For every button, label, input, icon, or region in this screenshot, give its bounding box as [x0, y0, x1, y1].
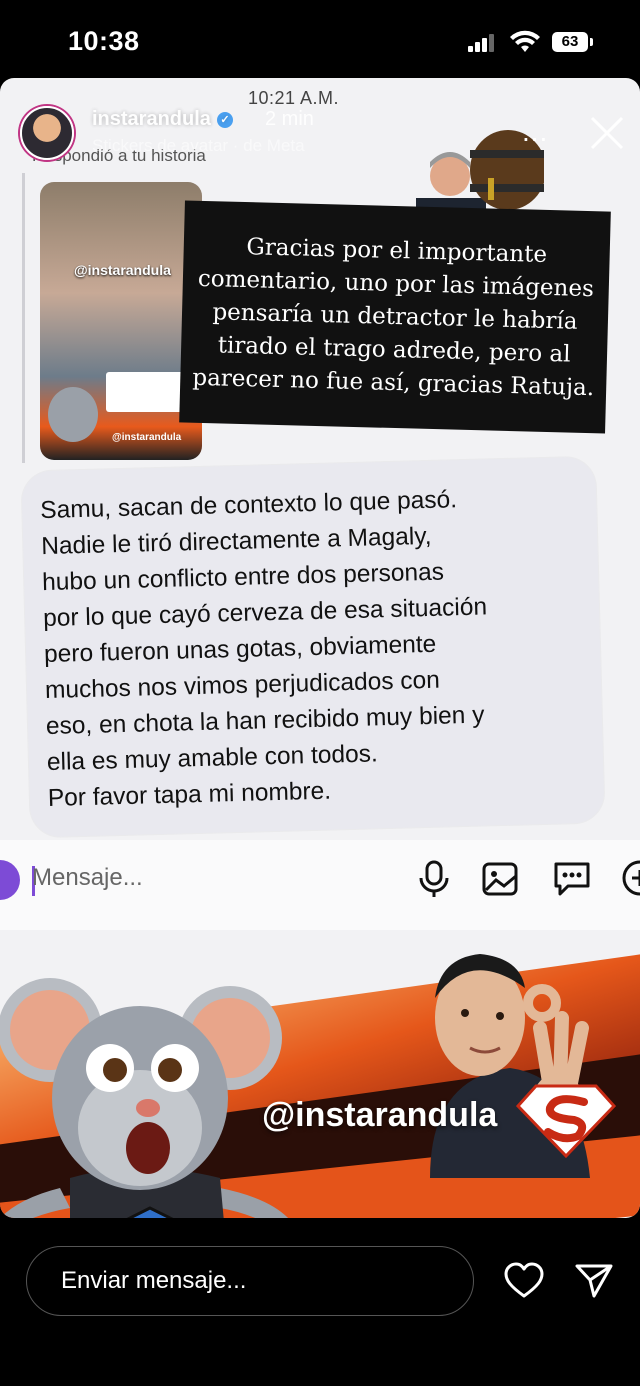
brand-handle: @instarandula	[262, 1096, 498, 1134]
reply-input[interactable]: Enviar mensaje...	[26, 1246, 474, 1316]
message-text: Samu, sacan de contexto lo que pasó. Nad…	[39, 486, 488, 812]
gallery-icon[interactable]	[478, 856, 522, 900]
thumbnail-handle-small: @instarandula	[112, 432, 182, 443]
reply-placeholder: Enviar mensaje...	[61, 1267, 247, 1294]
wifi-icon	[510, 30, 540, 52]
plus-icon[interactable]	[618, 856, 640, 900]
story-header: instarandula ✓ 2 min Stickers de avatar ·…	[0, 78, 640, 178]
sticker-icon[interactable]	[550, 856, 594, 900]
story-thumbnail[interactable]: @instarandula @instarandula	[40, 182, 202, 460]
super-s-logo	[516, 1084, 616, 1158]
mic-icon[interactable]	[412, 856, 456, 900]
message-bubble: Samu, sacan de contexto lo que pasó. Nad…	[21, 456, 605, 838]
thumbnail-handle: @instarandula	[74, 262, 171, 278]
verified-icon: ✓	[216, 111, 233, 128]
status-time: 10:38	[68, 26, 140, 56]
heart-icon[interactable]	[504, 1262, 544, 1300]
close-icon[interactable]	[588, 114, 626, 152]
quote-bar	[22, 173, 25, 463]
composer-input[interactable]: Mensaje...	[32, 864, 143, 892]
more-options-button[interactable]: ...	[522, 116, 548, 148]
mouse-mascot	[0, 978, 288, 1218]
sticker-attribution[interactable]: Stickers de avatar · de Meta	[92, 136, 305, 156]
story-author-avatar[interactable]	[20, 106, 74, 160]
mouse-mascot-small	[48, 387, 98, 442]
username-text: instarandula	[92, 108, 211, 130]
story-time: 2 min	[265, 108, 314, 130]
battery-indicator: 63	[552, 32, 593, 52]
reply-bar: Enviar mensaje...	[0, 1226, 640, 1386]
composer-camera-button[interactable]	[0, 860, 20, 900]
status-bar: 10:38 63	[0, 0, 640, 80]
story-caption: Gracias por el importante comentario, un…	[179, 200, 611, 434]
story-author-name[interactable]: instarandula ✓	[92, 108, 233, 131]
send-icon[interactable]	[574, 1262, 614, 1300]
signal-icon	[468, 34, 494, 52]
story-card[interactable]: 10:21 A.M. Respondió a tu historia @inst…	[0, 78, 640, 1218]
